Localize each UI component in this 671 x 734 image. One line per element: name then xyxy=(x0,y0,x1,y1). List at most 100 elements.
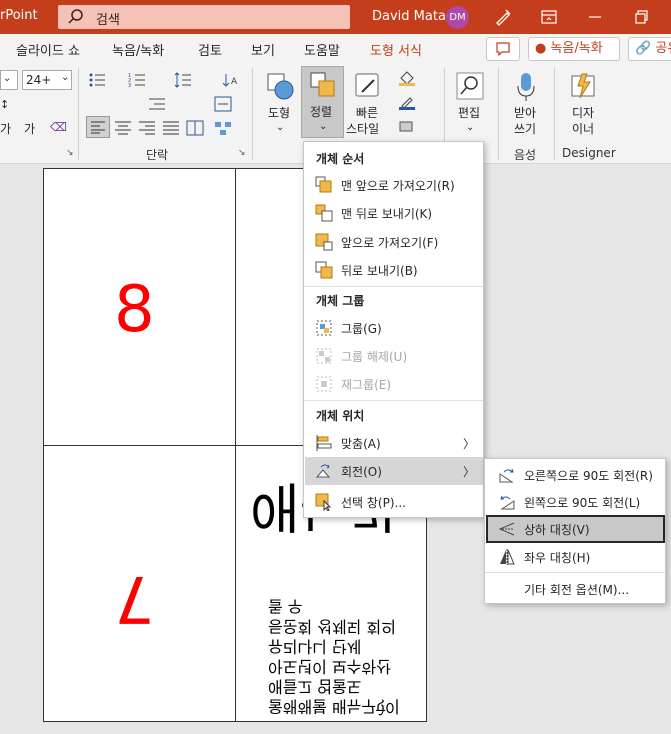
numbering-icon[interactable]: 123 xyxy=(128,72,146,88)
record-button[interactable]: ● 녹음/녹화 xyxy=(528,37,620,61)
text-direction-icon[interactable]: ↕ xyxy=(0,98,9,111)
dialog-launcher-icon[interactable]: ↘ xyxy=(66,148,74,158)
share-button[interactable]: 🔗 공유 xyxy=(628,37,671,61)
shape-button[interactable]: 도형 ⌄ xyxy=(262,68,298,140)
submenu-flip-vertical[interactable]: 상하 대칭(V) xyxy=(486,515,665,543)
justify-icon[interactable] xyxy=(162,120,180,136)
menu-ungroup[interactable]: 그룹 해제(U) xyxy=(305,342,483,370)
edit-button[interactable]: 편집 ⌄ xyxy=(452,68,488,140)
selection-pane-icon xyxy=(315,493,332,511)
indent-icon[interactable] xyxy=(148,96,166,112)
menu-label: 맞춤(A) xyxy=(341,437,381,451)
ribbon-tab-row: 슬라이드 쇼 녹음/녹화 검토 보기 도움말 도형 서식 ● 녹음/녹화 🔗 공… xyxy=(0,34,671,64)
font-size-value: 24+ xyxy=(26,73,52,87)
rotate-icon xyxy=(315,464,331,478)
dictate-button[interactable]: 받아 쓰기 xyxy=(506,68,546,140)
restore-icon[interactable] xyxy=(630,6,652,28)
rotate-submenu: 오른쪽으로 90도 회전(R) 왼쪽으로 90도 회전(L) 상하 대칭(V) … xyxy=(484,458,666,604)
flip-vertical-icon xyxy=(498,522,515,536)
font-increase-icon[interactable]: 가 xyxy=(24,120,35,137)
columns-icon[interactable] xyxy=(186,120,204,136)
submenu-more-options[interactable]: 기타 회전 옵션(M)... xyxy=(486,575,665,603)
send-to-back-icon xyxy=(315,204,333,222)
menu-send-to-back[interactable]: 맨 뒤로 보내기(K) xyxy=(305,199,483,227)
arrange-button[interactable]: 정렬 ⌄ xyxy=(301,66,344,138)
bullets-icon[interactable] xyxy=(88,72,106,88)
menu-align[interactable]: 맞춤(A) 〉 xyxy=(305,429,483,457)
submenu-separator xyxy=(485,572,665,573)
designer-icon xyxy=(571,73,595,99)
page-number-bottom[interactable]: 7 xyxy=(114,561,155,635)
user-name[interactable]: David Mata xyxy=(372,9,446,24)
align-center-icon[interactable] xyxy=(114,120,132,136)
smartart-icon[interactable] xyxy=(214,120,232,136)
quick-styles-icon xyxy=(355,73,379,97)
submenu-label: 오른쪽으로 90도 회전(R) xyxy=(524,469,653,483)
submenu-flip-horizontal[interactable]: 좌우 대칭(H) xyxy=(486,543,665,571)
font-name-dropdown[interactable]: ⌄ xyxy=(0,70,18,90)
minimize-icon[interactable] xyxy=(584,6,606,28)
menu-group[interactable]: 그룹(G) xyxy=(305,314,483,342)
quick-styles-button[interactable]: 빠른 스타일 xyxy=(346,68,390,140)
comment-icon xyxy=(496,42,510,56)
search-icon xyxy=(68,9,83,24)
chevron-down-icon: ⌄ xyxy=(61,72,70,83)
tab-shape-format[interactable]: 도형 서식 xyxy=(370,40,422,59)
menu-selection-pane[interactable]: 선택 창(P)... xyxy=(305,488,483,516)
align-left-button[interactable] xyxy=(86,116,110,138)
ribbon-display-icon[interactable] xyxy=(538,6,560,28)
tab-recording[interactable]: 녹음/녹화 xyxy=(112,40,164,59)
tab-view[interactable]: 보기 xyxy=(251,40,275,59)
menu-regroup[interactable]: 재그룹(E) xyxy=(305,370,483,398)
separator xyxy=(554,68,555,160)
menu-label: 맨 앞으로 가져오기(R) xyxy=(341,179,455,193)
menu-bring-forward[interactable]: 앞으로 가져오기(F) xyxy=(305,228,483,256)
send-backward-icon xyxy=(315,261,333,279)
flipped-line: 아도년이 보수하산 xyxy=(268,657,391,676)
font-decrease-icon[interactable]: 가 xyxy=(0,120,11,137)
submenu-rotate-right[interactable]: 오른쪽으로 90도 회전(R) xyxy=(486,461,665,489)
flipped-line: 돌 우 xyxy=(268,597,303,616)
dialog-launcher-icon[interactable]: ↘ xyxy=(238,148,246,158)
avatar[interactable]: DM xyxy=(446,6,469,29)
menu-section-position: 개체 위치 xyxy=(316,409,365,423)
menu-rotate[interactable]: 회전(O) 〉 xyxy=(305,457,483,485)
rotate-left-icon xyxy=(500,495,515,510)
shape-outline-icon[interactable] xyxy=(398,94,416,110)
shape-effects-icon[interactable] xyxy=(398,118,416,134)
microphone-icon xyxy=(517,73,535,101)
quick-styles-label-2: 스타일 xyxy=(346,122,380,136)
search-input[interactable]: 검색 xyxy=(58,5,350,29)
svg-text:A: A xyxy=(231,77,238,87)
line-spacing-icon[interactable] xyxy=(174,72,192,88)
designer-button[interactable]: 디자 이너 xyxy=(562,68,606,140)
font-size-dropdown[interactable]: 24+ ⌄ xyxy=(22,70,72,90)
submenu-label: 기타 회전 옵션(M)... xyxy=(524,583,630,597)
clear-format-icon[interactable]: ⌫ xyxy=(50,120,67,134)
menu-bring-to-front[interactable]: 맨 앞으로 가져오기(R) xyxy=(305,171,483,199)
shape-fill-icon[interactable] xyxy=(398,70,416,86)
designer-label-1: 디자 xyxy=(572,106,595,120)
svg-text:3: 3 xyxy=(128,83,131,88)
pen-icon[interactable] xyxy=(492,6,514,28)
text-direction-icon[interactable]: A xyxy=(222,72,240,88)
chevron-right-icon: 〉 xyxy=(462,437,475,451)
align-text-icon[interactable] xyxy=(214,96,232,112)
title-bar: rPoint 검색 David Mata DM xyxy=(0,0,671,34)
menu-send-backward[interactable]: 뒤로 보내기(B) xyxy=(305,256,483,284)
tab-review[interactable]: 검토 xyxy=(198,40,222,59)
chevron-down-icon: ⌄ xyxy=(3,73,12,84)
tab-slideshow[interactable]: 슬라이드 쇼 xyxy=(16,40,80,59)
flipped-line: 등운회 성체되 회의 xyxy=(268,617,396,636)
tab-help[interactable]: 도움말 xyxy=(304,40,340,59)
align-right-icon[interactable] xyxy=(138,120,156,136)
page-number-top[interactable]: 8 xyxy=(114,273,155,347)
menu-label: 그룹 해제(U) xyxy=(341,350,408,364)
chevron-right-icon: 〉 xyxy=(462,465,475,479)
align-objects-icon xyxy=(316,435,332,451)
dictate-label-1: 받아 xyxy=(514,106,537,120)
comments-button[interactable] xyxy=(486,37,520,61)
menu-section-group: 개체 그룹 xyxy=(316,294,365,308)
shape-label: 도형 xyxy=(268,106,291,120)
submenu-rotate-left[interactable]: 왼쪽으로 90도 회전(L) xyxy=(486,488,665,516)
